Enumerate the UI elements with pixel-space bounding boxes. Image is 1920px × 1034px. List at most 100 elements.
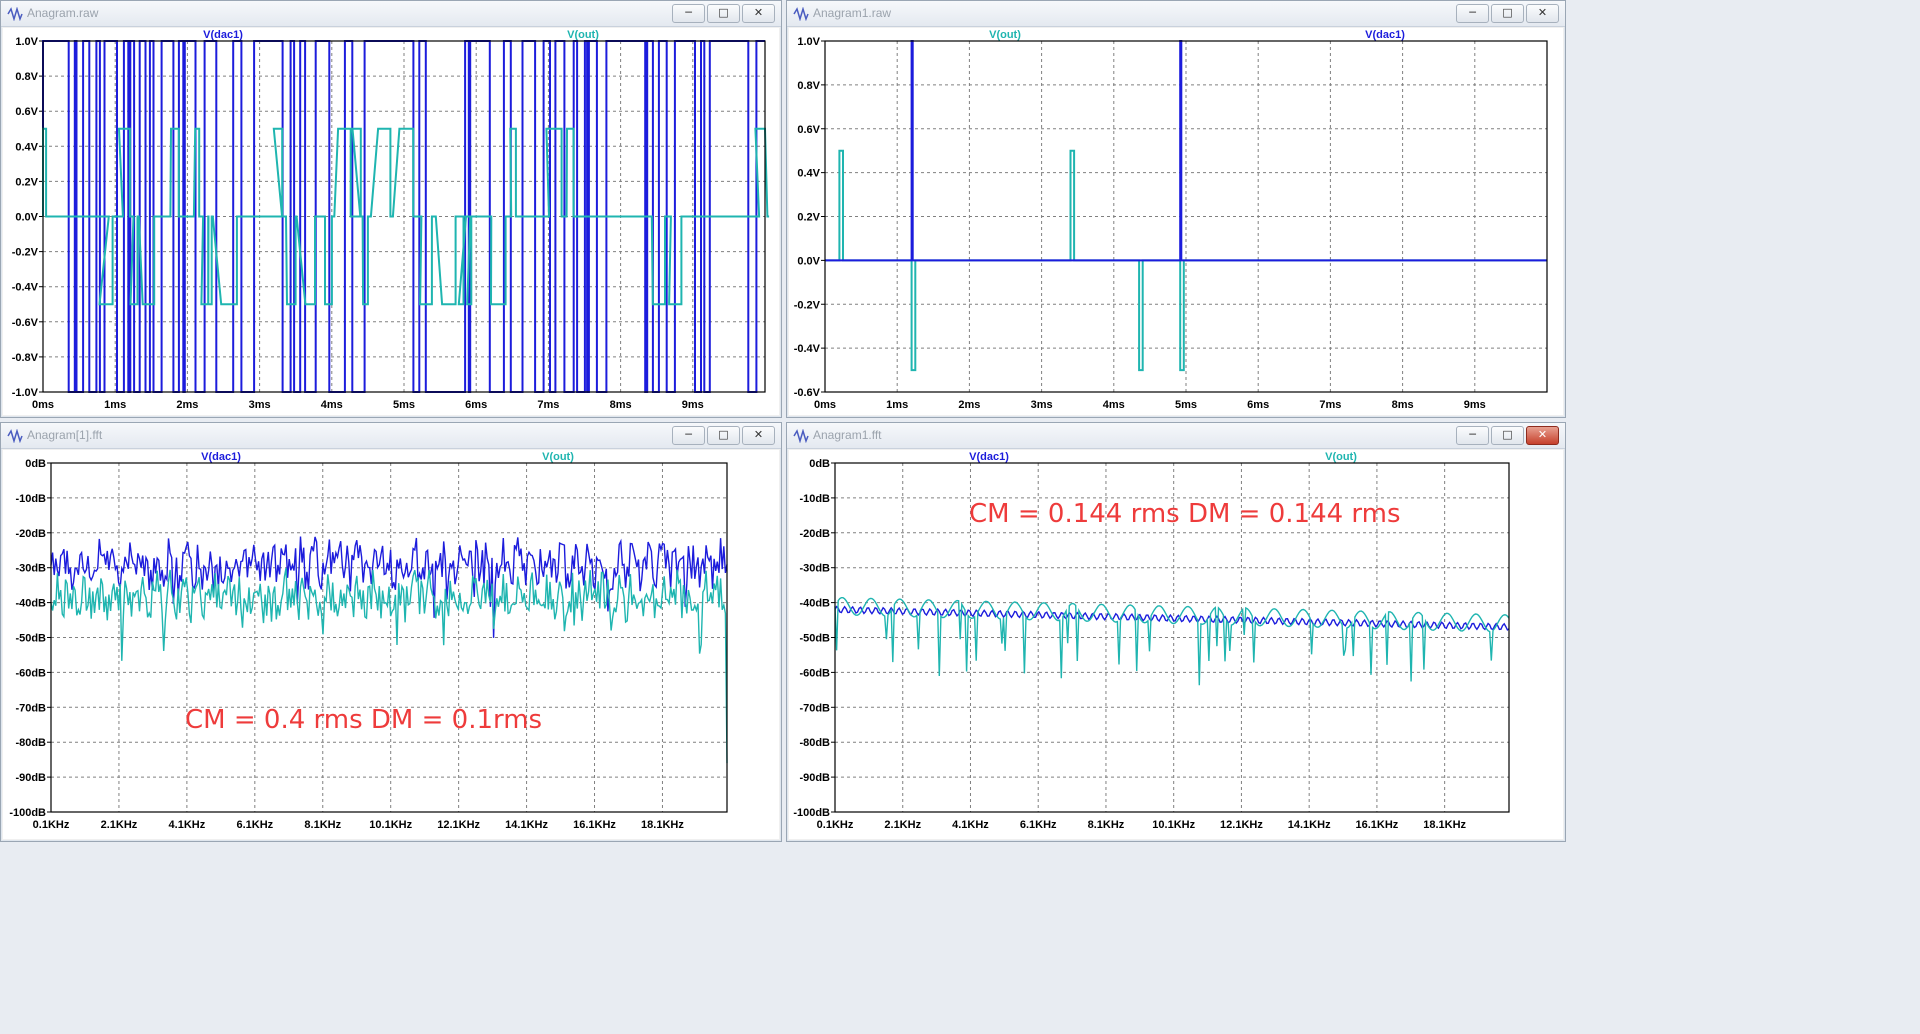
waveform-plot[interactable]: V(out) V(dac1) 0ms 1ms 2ms 3ms 4ms 5ms 6ms 7ms 8ms… — [789, 28, 1565, 417]
y-tick-label: -0.2V — [12, 247, 39, 259]
maximize-button[interactable]: □ — [1491, 4, 1524, 23]
waveform-app-icon — [793, 7, 809, 21]
x-tick-label: 1ms — [104, 399, 126, 411]
y-tick-label: -1.0V — [12, 387, 39, 399]
titlebar[interactable]: Anagram1.raw ─ □ ✕ — [787, 1, 1565, 27]
y-tick-label: -30dB — [15, 563, 46, 575]
plot-area[interactable]: V(dac1) V(out) 0ms 1ms 2ms 3ms 4ms 5ms 6ms 7ms 8ms… — [3, 28, 779, 415]
y-tick-label: -80dB — [15, 737, 46, 749]
x-tick-label: 4ms — [1103, 399, 1125, 411]
annotation-text: CM = 0.144 rms DM = 0.144 rms — [969, 499, 1401, 529]
x-tick-label: 12.1KHz — [1220, 819, 1263, 831]
x-tick-label: 6.1KHz — [236, 819, 273, 831]
y-tick-label: -70dB — [15, 702, 46, 714]
y-tick-label: 0.2V — [15, 176, 38, 188]
x-tick-label: 8ms — [1392, 399, 1414, 411]
x-tick-label: 3ms — [249, 399, 271, 411]
waveform-window-anagram1-raw[interactable]: Anagram1.raw ─ □ ✕ V(out) V(dac1) 0ms 1ms 2m… — [786, 0, 1566, 418]
y-tick-label: -80dB — [799, 737, 830, 749]
x-tick-label: 2.1KHz — [884, 819, 921, 831]
x-tick-label: 16.1KHz — [1356, 819, 1399, 831]
y-tick-label: 0dB — [809, 458, 830, 470]
legend-entry[interactable]: V(out) — [567, 29, 599, 41]
plot-area[interactable]: V(dac1) V(out) 0.1KHz 2.1KHz 4.1KHz 6.1KHz 8.1… — [3, 450, 779, 839]
maximize-button[interactable]: □ — [1491, 426, 1524, 445]
legend-entry[interactable]: V(out) — [542, 451, 574, 463]
x-tick-label: 18.1KHz — [1423, 819, 1466, 831]
y-tick-label: -40dB — [15, 598, 46, 610]
minimize-button[interactable]: ─ — [672, 4, 705, 23]
y-tick-label: -10dB — [799, 493, 830, 505]
legend-entry[interactable]: V(dac1) — [203, 29, 243, 41]
y-tick-label: 0.4V — [15, 141, 38, 153]
minimize-button[interactable]: ─ — [1456, 4, 1489, 23]
y-tick-label: 0.4V — [797, 168, 820, 180]
y-tick-label: -0.6V — [794, 387, 821, 399]
x-tick-label: 10.1KHz — [1152, 819, 1195, 831]
x-tick-label: 9ms — [682, 399, 704, 411]
close-button[interactable]: ✕ — [1526, 426, 1559, 445]
minimize-button[interactable]: ─ — [672, 426, 705, 445]
x-tick-label: 7ms — [537, 399, 559, 411]
close-button[interactable]: ✕ — [742, 426, 775, 445]
titlebar[interactable]: Anagram1.fft ─ □ ✕ — [787, 423, 1565, 449]
x-tick-label: 14.1KHz — [1288, 819, 1331, 831]
x-tick-label: 10.1KHz — [369, 819, 412, 831]
legend-entry[interactable]: V(out) — [989, 29, 1021, 41]
y-tick-label: -30dB — [799, 563, 830, 575]
x-tick-label: 14.1KHz — [505, 819, 548, 831]
y-tick-label: 0.8V — [797, 80, 820, 92]
y-tick-label: -90dB — [15, 772, 46, 784]
titlebar[interactable]: Anagram.raw ─ □ ✕ — [1, 1, 781, 27]
y-tick-label: -40dB — [799, 598, 830, 610]
y-tick-label: 0.0V — [797, 255, 820, 267]
legend-entry[interactable]: V(out) — [1325, 451, 1357, 463]
y-tick-label: 0dB — [25, 458, 46, 470]
waveform-plot[interactable]: V(dac1) V(out) 0ms 1ms 2ms 3ms 4ms 5ms 6ms 7ms 8ms… — [3, 28, 781, 417]
y-tick-label: 1.0V — [15, 36, 38, 48]
y-tick-label: 1.0V — [797, 36, 820, 48]
y-tick-label: 0.8V — [15, 71, 38, 83]
y-tick-label: -0.6V — [12, 317, 39, 329]
legend-entry[interactable]: V(dac1) — [1365, 29, 1405, 41]
x-tick-label: 12.1KHz — [437, 819, 480, 831]
fft-plot[interactable]: V(dac1) V(out) 0.1KHz 2.1KHz 4.1KHz 6.1KHz 8.1… — [3, 450, 781, 841]
waveform-app-icon — [7, 7, 23, 21]
y-tick-label: -0.2V — [794, 299, 821, 311]
y-tick-label: -20dB — [799, 528, 830, 540]
annotation-text: CM = 0.4 rms DM = 0.1rms — [185, 705, 542, 735]
fft-plot[interactable]: V(dac1) V(out) 0.1KHz 2.1KHz 4.1KHz 6.1KHz 8.1… — [789, 450, 1565, 841]
minimize-button[interactable]: ─ — [1456, 426, 1489, 445]
plot-area[interactable]: V(out) V(dac1) 0ms 1ms 2ms 3ms 4ms 5ms 6ms 7ms 8ms… — [789, 28, 1563, 415]
y-tick-label: -0.4V — [12, 282, 39, 294]
waveform-window-anagram-raw[interactable]: Anagram.raw ─ □ ✕ V(dac1) V(out) 0ms 1ms 2ms… — [0, 0, 782, 418]
x-tick-label: 4ms — [321, 399, 343, 411]
y-tick-label: -10dB — [15, 493, 46, 505]
titlebar[interactable]: Anagram[1].fft ─ □ ✕ — [1, 423, 781, 449]
x-tick-label: 6.1KHz — [1020, 819, 1057, 831]
x-tick-label: 6ms — [1247, 399, 1269, 411]
x-tick-label: 6ms — [465, 399, 487, 411]
y-tick-label: -60dB — [15, 667, 46, 679]
y-tick-label: 0.6V — [797, 124, 820, 136]
y-tick-label: -50dB — [799, 633, 830, 645]
x-tick-label: 9ms — [1464, 399, 1486, 411]
y-tick-label: -100dB — [9, 807, 46, 819]
fft-window-anagram1-bracket-fft[interactable]: Anagram[1].fft ─ □ ✕ V(dac1) V(out) 0.1KHz… — [0, 422, 782, 842]
plot-area[interactable]: V(dac1) V(out) 0.1KHz 2.1KHz 4.1KHz 6.1KHz 8.1… — [789, 450, 1563, 839]
maximize-button[interactable]: □ — [707, 426, 740, 445]
x-tick-label: 18.1KHz — [641, 819, 684, 831]
x-tick-label: 8.1KHz — [1088, 819, 1125, 831]
maximize-button[interactable]: □ — [707, 4, 740, 23]
x-tick-label: 2ms — [176, 399, 198, 411]
close-button[interactable]: ✕ — [742, 4, 775, 23]
x-tick-label: 3ms — [1031, 399, 1053, 411]
x-tick-label: 7ms — [1319, 399, 1341, 411]
window-title: Anagram.raw — [27, 6, 99, 20]
close-button[interactable]: ✕ — [1526, 4, 1559, 23]
legend-entry[interactable]: V(dac1) — [201, 451, 241, 463]
x-tick-label: 2ms — [958, 399, 980, 411]
legend-entry[interactable]: V(dac1) — [969, 451, 1009, 463]
fft-window-anagram1-fft[interactable]: Anagram1.fft ─ □ ✕ V(dac1) V(out) 0.1KHz 2.… — [786, 422, 1566, 842]
x-tick-label: 0.1KHz — [817, 819, 854, 831]
